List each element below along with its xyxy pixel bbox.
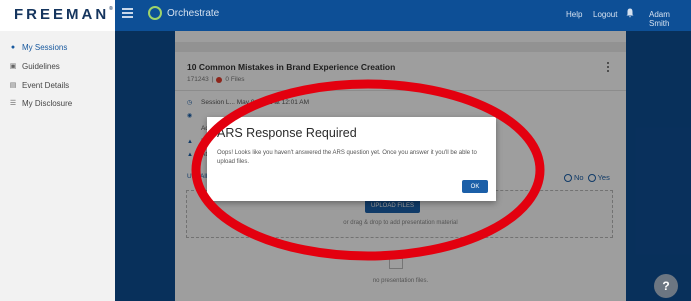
top-header: FREEMAN® Orchestrate Help Logout Adam Sm… (0, 0, 691, 31)
bell-icon[interactable] (626, 8, 634, 18)
modal-message: Oops! Looks like you haven't answered th… (217, 150, 477, 165)
modal-title: ARS Response Required (217, 126, 357, 140)
logo-area: FREEMAN® (0, 0, 115, 31)
ok-button[interactable]: OK (462, 180, 488, 193)
app-title: Orchestrate (167, 8, 220, 19)
orchestrate-logo-icon (148, 6, 162, 20)
help-button[interactable]: ? (654, 274, 678, 298)
freeman-logo[interactable]: FREEMAN® (14, 6, 113, 23)
sidebar-overlay (0, 31, 115, 301)
user-name[interactable]: Adam Smith (649, 10, 691, 28)
hamburger-menu-icon[interactable] (122, 8, 133, 18)
logout-link[interactable]: Logout (593, 10, 617, 19)
ars-modal: ARS Response Required Oops! Looks like y… (207, 117, 496, 201)
help-link[interactable]: Help (566, 10, 582, 19)
